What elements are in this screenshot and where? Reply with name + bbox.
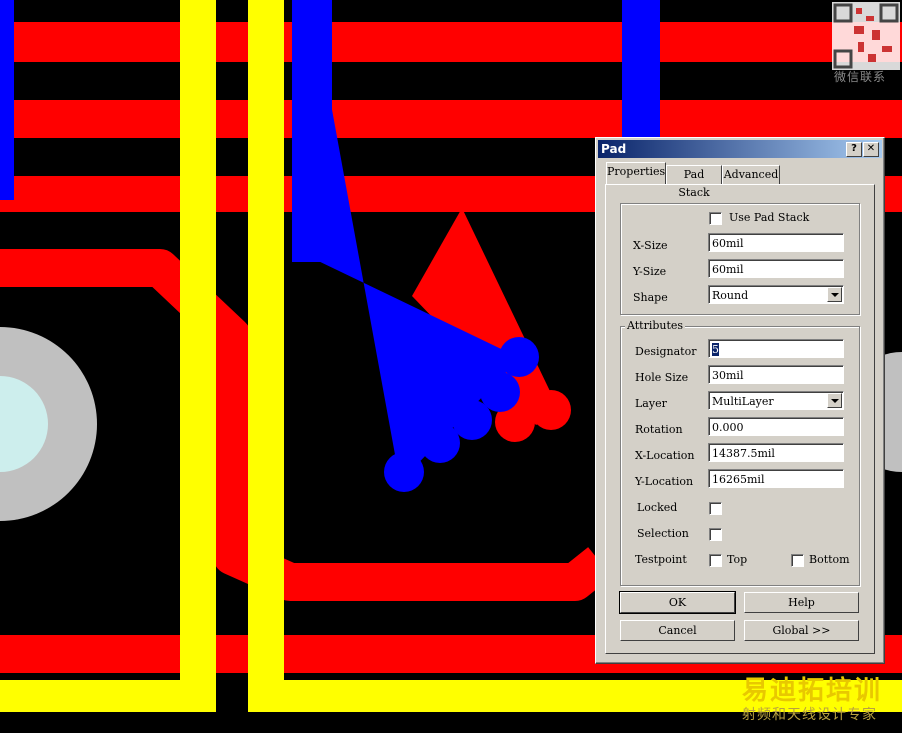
- attributes-group-title: Attributes: [625, 319, 686, 332]
- use-pad-stack-checkbox[interactable]: [709, 212, 722, 225]
- tab-pad-stack[interactable]: Pad Stack: [666, 165, 722, 199]
- close-button[interactable]: ✕: [863, 142, 879, 157]
- locked-label: Locked: [637, 501, 678, 514]
- hole-size-input[interactable]: 30mil: [708, 365, 844, 384]
- hole-size-label: Hole Size: [635, 371, 689, 384]
- testpoint-top-label: Top: [727, 553, 748, 566]
- x-size-input[interactable]: 60mil: [708, 233, 844, 252]
- blue-trace-right[interactable]: [622, 0, 660, 140]
- tab-advanced[interactable]: Advanced: [722, 165, 780, 184]
- dialog-title: Pad: [601, 142, 627, 156]
- ok-button[interactable]: OK: [619, 591, 736, 614]
- rotation-input[interactable]: 0.000: [708, 417, 844, 436]
- shape-select[interactable]: Round: [708, 285, 844, 304]
- y-location-label: Y-Location: [635, 475, 694, 488]
- testpoint-bottom-label: Bottom: [809, 553, 850, 566]
- shape-value: Round: [712, 289, 749, 302]
- designator-value: 5: [712, 343, 719, 356]
- red-trace-2[interactable]: [0, 100, 902, 138]
- attributes-group: Attributes Designator 5 Hole Size 30mil …: [620, 319, 860, 586]
- y-location-input[interactable]: 16265mil: [708, 469, 844, 488]
- properties-panel: Use Pad Stack X-Size 60mil Y-Size 60mil …: [605, 184, 875, 654]
- red-fan-lobe: [531, 390, 571, 430]
- x-size-label: X-Size: [633, 239, 668, 252]
- layer-label: Layer: [635, 397, 667, 410]
- chevron-down-icon[interactable]: [827, 287, 842, 302]
- yellow-trace-2[interactable]: [248, 0, 284, 712]
- y-size-label: Y-Size: [633, 265, 667, 278]
- global-button[interactable]: Global >>: [744, 620, 859, 641]
- layer-value: MultiLayer: [712, 395, 774, 408]
- testpoint-label: Testpoint: [635, 553, 687, 566]
- tab-properties[interactable]: Properties: [606, 162, 666, 184]
- selection-label: Selection: [637, 527, 689, 540]
- size-group: Use Pad Stack X-Size 60mil Y-Size 60mil …: [620, 203, 860, 315]
- blue-fan-lobe: [384, 452, 424, 492]
- designator-label: Designator: [635, 345, 697, 358]
- pad-dialog: Pad ? ✕ Properties Pad Stack Advanced Us…: [595, 137, 885, 664]
- blue-trace-left[interactable]: [0, 0, 14, 200]
- x-location-input[interactable]: 14387.5mil: [708, 443, 844, 462]
- watermark-contact-text: 微信联系: [834, 70, 887, 84]
- help-title-button[interactable]: ?: [846, 142, 862, 157]
- x-location-label: X-Location: [635, 449, 695, 462]
- cancel-button[interactable]: Cancel: [620, 620, 735, 641]
- brand-watermark: 易迪拓培训 射频和天线设计专家: [742, 676, 882, 724]
- yellow-trace-3[interactable]: [0, 680, 216, 712]
- shape-label: Shape: [633, 291, 668, 304]
- designator-input[interactable]: 5: [708, 339, 844, 358]
- layer-select[interactable]: MultiLayer: [708, 391, 844, 410]
- use-pad-stack-label: Use Pad Stack: [729, 211, 810, 224]
- brand-title: 易迪拓培训: [742, 676, 883, 706]
- red-trace-1[interactable]: [0, 22, 902, 62]
- help-button[interactable]: Help: [744, 592, 859, 613]
- blue-fan-lobe: [499, 337, 539, 377]
- testpoint-top-checkbox[interactable]: [709, 554, 722, 567]
- rotation-label: Rotation: [635, 423, 683, 436]
- dialog-titlebar[interactable]: Pad ? ✕: [598, 140, 882, 158]
- blue-trace-vertical[interactable]: [292, 0, 332, 262]
- yellow-trace-1[interactable]: [180, 0, 216, 712]
- brand-subtitle: 射频和天线设计专家: [742, 707, 877, 723]
- locked-checkbox[interactable]: [709, 502, 722, 515]
- blue-fan-lobe: [452, 400, 492, 440]
- selection-checkbox[interactable]: [709, 528, 722, 541]
- testpoint-bottom-checkbox[interactable]: [791, 554, 804, 567]
- chevron-down-icon[interactable]: [827, 393, 842, 408]
- blue-fan-lobe: [420, 423, 460, 463]
- y-size-input[interactable]: 60mil: [708, 259, 844, 278]
